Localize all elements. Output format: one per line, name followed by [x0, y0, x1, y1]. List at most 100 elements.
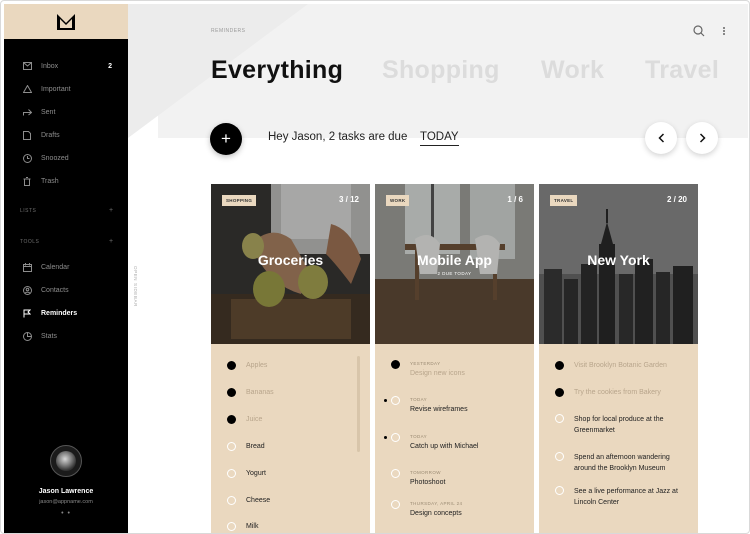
item-text: Bread: [246, 443, 265, 450]
category-tag: WORK: [386, 195, 410, 206]
item-text: Milk: [246, 523, 259, 530]
item-text: Catch up with Michael: [410, 443, 479, 450]
inbox-icon: [22, 61, 32, 71]
checkbox-unchecked[interactable]: [391, 500, 400, 509]
tab-shopping[interactable]: Shopping: [382, 56, 500, 85]
sidebar-item-calendar[interactable]: Calendar: [4, 256, 128, 278]
more-options-icon[interactable]: • •: [4, 510, 128, 517]
item-due-label: TODAY: [410, 434, 428, 439]
progress-count: 3 / 12: [338, 195, 359, 204]
checkbox-checked[interactable]: [227, 388, 236, 397]
sidebar-item-label: Snoozed: [41, 154, 69, 162]
sidebar-item-sent[interactable]: Sent: [4, 101, 128, 123]
checkbox-checked[interactable]: [227, 361, 236, 370]
tools-label: TOOLS: [20, 239, 40, 245]
logo[interactable]: [4, 4, 128, 39]
item-text: Apples: [246, 362, 268, 369]
user-name: Jason Lawrence: [38, 488, 94, 495]
card-mobile-app[interactable]: WORK 1 / 6 Mobile App 2 DUE TODAY YESTER…: [375, 184, 534, 533]
sidebar-item-snoozed[interactable]: Snoozed: [4, 147, 128, 169]
avatar[interactable]: [50, 445, 82, 477]
sidebar-item-label: Calendar: [41, 263, 70, 271]
checkbox-unchecked[interactable]: [391, 396, 400, 405]
open-sidebar-label: OPEN SIDEBAR: [133, 266, 138, 307]
chevron-left-icon: [657, 133, 664, 143]
tab-work[interactable]: Work: [541, 56, 604, 85]
due-indicator: [384, 436, 387, 439]
sidebar: Inbox 2 Important Sent Drafts Snoozed Tr…: [4, 4, 128, 533]
more-vertical-icon[interactable]: [722, 25, 726, 40]
checkbox-unchecked[interactable]: [227, 496, 236, 505]
checkbox-unchecked[interactable]: [227, 469, 236, 478]
checkbox-unchecked[interactable]: [555, 414, 564, 423]
previous-button[interactable]: [645, 122, 677, 154]
inbox-count-badge: 2: [108, 62, 112, 70]
stats-icon: [22, 331, 32, 341]
app-window: Inbox 2 Important Sent Drafts Snoozed Tr…: [0, 0, 750, 534]
chevron-right-icon: [699, 133, 706, 143]
due-today-link[interactable]: TODAY: [420, 131, 459, 146]
item-text: Design new icons: [410, 370, 465, 377]
checkbox-unchecked[interactable]: [555, 486, 564, 495]
breadcrumb: REMINDERS: [211, 28, 246, 34]
card-title: Mobile App: [417, 252, 492, 268]
sidebar-item-reminders[interactable]: Reminders: [4, 302, 128, 324]
checkbox-unchecked[interactable]: [555, 452, 564, 461]
avatar-image: [56, 451, 76, 471]
sidebar-item-important[interactable]: Important: [4, 78, 128, 100]
category-tag: SHOPPING: [222, 195, 257, 206]
item-due-label: THURSDAY, APRIL 24: [410, 501, 463, 506]
item-text: Bananas: [246, 389, 274, 396]
sidebar-item-contacts[interactable]: Contacts: [4, 279, 128, 301]
flag-icon: [22, 308, 32, 318]
sidebar-item-label: Drafts: [41, 131, 60, 139]
checkbox-unchecked[interactable]: [227, 522, 236, 531]
scrollbar[interactable]: [357, 356, 360, 452]
next-button[interactable]: [686, 122, 718, 154]
item-text: Yogurt: [246, 470, 266, 477]
sidebar-item-label: Reminders: [41, 309, 78, 317]
card-new-york[interactable]: TRAVEL 2 / 20 New York Visit Brooklyn Bo…: [539, 184, 698, 533]
sidebar-item-label: Important: [41, 85, 71, 93]
category-tag: TRAVEL: [550, 195, 578, 206]
checkbox-checked[interactable]: [555, 388, 564, 397]
contacts-icon: [22, 285, 32, 295]
item-due-label: YESTERDAY: [410, 361, 441, 366]
sidebar-item-label: Stats: [41, 332, 57, 340]
checkbox-unchecked[interactable]: [227, 442, 236, 451]
item-text: Visit Brooklyn Botanic Garden: [574, 362, 667, 369]
add-list-icon[interactable]: +: [109, 207, 114, 214]
item-text: Photoshoot: [410, 479, 446, 486]
sidebar-item-drafts[interactable]: Drafts: [4, 124, 128, 146]
item-text: Design concepts: [410, 510, 462, 517]
calendar-icon: [22, 262, 32, 272]
checkbox-checked[interactable]: [555, 361, 564, 370]
sidebar-item-label: Sent: [41, 108, 56, 116]
card-groceries[interactable]: SHOPPING 3 / 12 Groceries Apples Bananas…: [211, 184, 370, 533]
card-title: Groceries: [257, 252, 324, 268]
add-task-button[interactable]: +: [210, 123, 242, 155]
card-subtitle: 2 DUE TODAY: [437, 271, 472, 276]
logo-icon: [57, 13, 75, 30]
card-title: New York: [587, 252, 650, 268]
item-text: Revise wireframes: [410, 406, 468, 413]
checkbox-unchecked[interactable]: [391, 469, 400, 478]
add-tool-icon[interactable]: +: [109, 238, 114, 245]
item-text: Try the cookies from Bakery: [574, 389, 661, 396]
sidebar-item-stats[interactable]: Stats: [4, 325, 128, 347]
checkbox-unchecked[interactable]: [391, 433, 400, 442]
checkbox-checked[interactable]: [391, 360, 400, 369]
tab-everything[interactable]: Everything: [211, 56, 343, 85]
checkbox-checked[interactable]: [227, 415, 236, 424]
progress-count: 2 / 20: [666, 195, 687, 204]
tab-travel[interactable]: Travel: [645, 56, 719, 85]
sidebar-item-trash[interactable]: Trash: [4, 170, 128, 192]
tools-section-header: TOOLS +: [20, 238, 113, 245]
due-indicator: [384, 399, 387, 402]
item-text: Juice: [246, 416, 263, 423]
item-text: See a live performance at Jazz at Lincol…: [574, 488, 678, 506]
item-due-label: TOMORROW: [410, 470, 441, 475]
progress-count: 1 / 6: [507, 195, 523, 204]
sidebar-item-inbox[interactable]: Inbox 2: [4, 55, 128, 77]
search-icon[interactable]: [693, 25, 705, 40]
